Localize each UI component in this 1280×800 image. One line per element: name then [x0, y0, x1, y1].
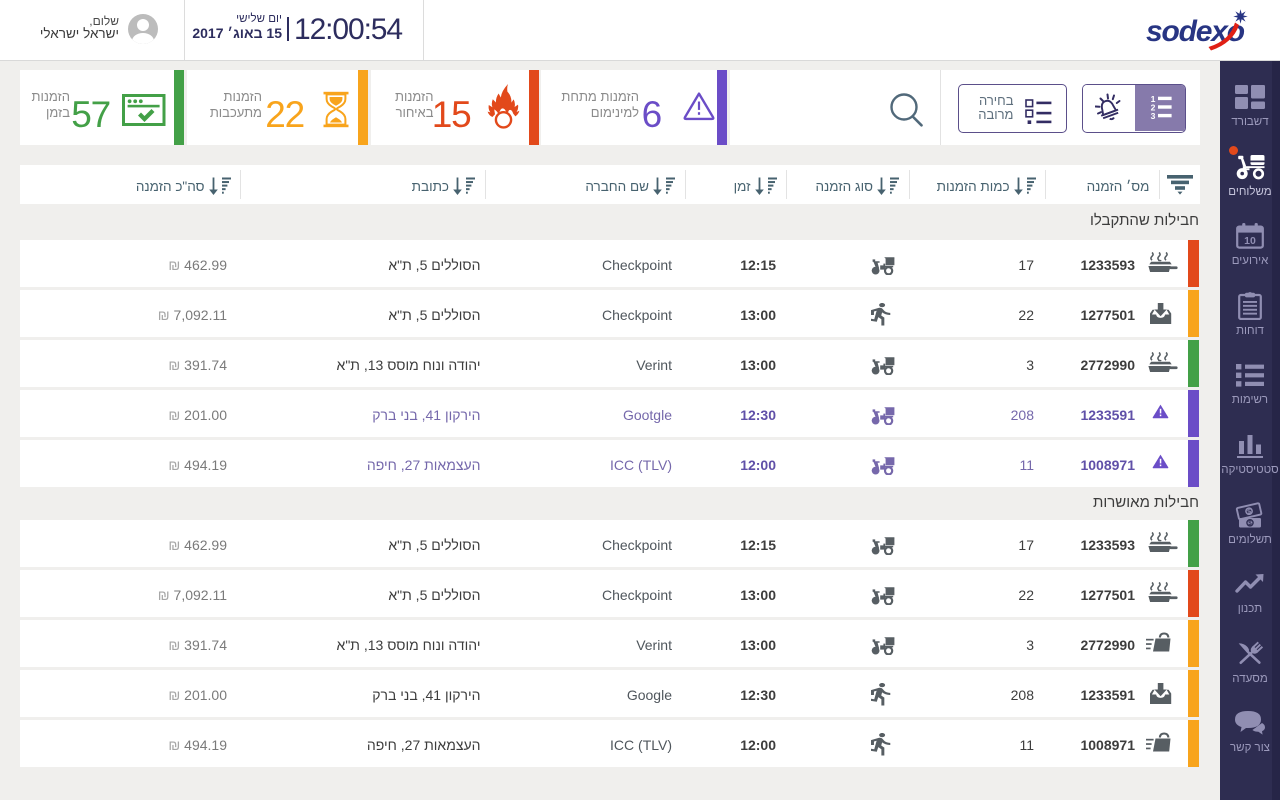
svg-text:sodexo: sodexo: [1146, 15, 1245, 48]
svg-text:10: 10: [1244, 235, 1256, 247]
svg-text:$: $: [1248, 520, 1252, 527]
svg-text:3: 3: [1150, 111, 1155, 121]
